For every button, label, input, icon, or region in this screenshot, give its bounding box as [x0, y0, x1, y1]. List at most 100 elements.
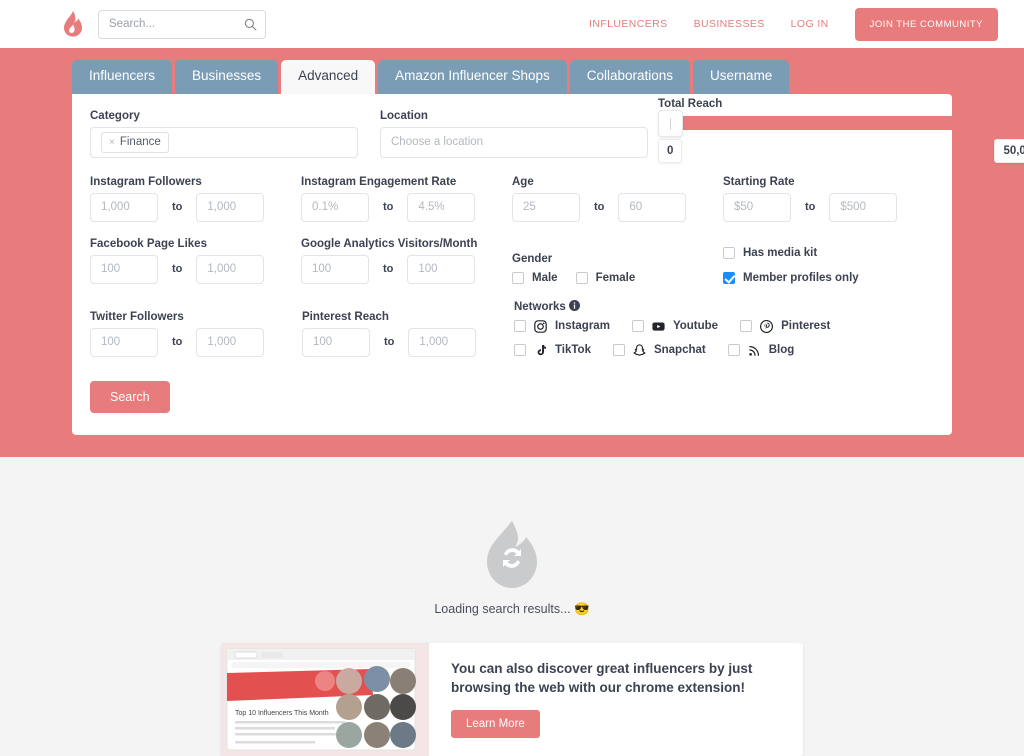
pinterest-reach-label: Pinterest Reach — [301, 310, 389, 323]
chrome-extension-promo-banner[interactable]: Top 10 Influencers This Month You can al… — [221, 642, 803, 756]
join-the-community-button[interactable]: JOIN THE COMMUNITY — [854, 7, 998, 41]
loading-emoji: 😎 — [574, 601, 590, 616]
learn-more-button[interactable]: Learn More — [451, 709, 540, 738]
twitter-followers-max-input[interactable]: 1,000 — [196, 327, 265, 357]
member-profiles-only-option[interactable]: Member profiles only — [723, 271, 934, 284]
tab-username[interactable]: Username — [693, 60, 790, 94]
flame-spinner-icon — [487, 520, 537, 588]
total-reach-slider-track[interactable] — [658, 109, 1024, 137]
tab-influencers[interactable]: Influencers — [72, 60, 173, 94]
instagram-engagement-rate-min-input[interactable]: 0.1% — [301, 192, 369, 222]
network-tiktok-label: TikTok — [554, 344, 591, 357]
total-reach-filter: Total Reach 0 50,000,000 — [658, 98, 1024, 165]
google-analytics-visitors-field: Google Analytics Visitors/Month 100 to 1… — [301, 238, 512, 284]
search-results-loading: Loading search results... 😎 — [0, 457, 1024, 617]
network-option-pinterest[interactable]: Pinterest — [740, 319, 830, 333]
gender-male-checkbox[interactable] — [512, 271, 524, 284]
network-option-instagram[interactable]: Instagram — [513, 320, 610, 333]
instagram-followers-field: Instagram Followers 1,000 to 1,000 — [90, 176, 301, 222]
range-filters-grid: Instagram Followers 1,000 to 1,000 Insta… — [90, 176, 934, 413]
has-media-kit-checkbox[interactable] — [723, 246, 735, 259]
has-media-kit-label: Has media kit — [743, 246, 818, 259]
pinterest-reach-field: Pinterest Reach 100 to 1,000 — [301, 310, 514, 357]
instagram-icon — [534, 320, 547, 333]
twitter-followers-label: Twitter Followers — [90, 310, 184, 323]
gender-female-checkbox[interactable] — [575, 271, 588, 284]
total-reach-min-handle[interactable] — [658, 109, 683, 137]
has-media-kit-option[interactable]: Has media kit — [723, 246, 934, 259]
pinterest-icon — [760, 319, 774, 333]
tiktok-icon — [537, 344, 546, 355]
promo-screenshot-image: Top 10 Influencers This Month — [221, 642, 429, 756]
network-option-tiktok[interactable]: TikTok — [513, 344, 591, 357]
instagram-engagement-rate-max-input[interactable]: 4.5% — [407, 192, 476, 222]
instagram-followers-min-input[interactable]: 1,000 — [90, 192, 158, 222]
flame-logo-icon[interactable] — [62, 11, 84, 37]
starting-rate-field: Starting Rate $50 to $500 — [723, 176, 934, 222]
category-input[interactable]: × Finance — [90, 126, 358, 158]
twitter-followers-field: Twitter Followers 100 to 1,000 — [90, 311, 302, 357]
info-icon[interactable] — [568, 299, 580, 311]
total-reach-min-value[interactable]: 0 — [658, 138, 683, 163]
tab-advanced[interactable]: Advanced — [281, 60, 376, 94]
networks-label: Networks — [513, 300, 566, 313]
pinterest-reach-min-input[interactable]: 100 — [301, 327, 370, 357]
to-separator: to — [383, 263, 394, 276]
facebook-page-likes-min-input[interactable]: 100 — [90, 254, 158, 284]
age-max-input[interactable]: 60 — [618, 192, 687, 222]
network-option-youtube[interactable]: Youtube — [631, 320, 718, 333]
total-reach-max-value[interactable]: 50,000,000 — [994, 138, 1024, 163]
category-field: Category × Finance — [90, 110, 358, 158]
tab-businesses[interactable]: Businesses — [175, 60, 279, 94]
instagram-followers-max-input[interactable]: 1,000 — [196, 192, 265, 222]
network-instagram-checkbox[interactable] — [513, 320, 526, 333]
total-reach-values: 0 50,000,000 — [658, 138, 1024, 165]
network-blog-checkbox[interactable] — [727, 344, 740, 357]
google-analytics-visitors-min-input[interactable]: 100 — [301, 254, 369, 284]
gender-male-label: Male — [532, 271, 558, 284]
loading-message: Loading search results... — [434, 601, 571, 616]
member-profiles-only-checkbox[interactable] — [723, 271, 735, 284]
gender-field: Gender Male Female — [512, 253, 723, 284]
google-analytics-visitors-max-input[interactable]: 100 — [407, 254, 476, 284]
network-blog-label: Blog — [768, 344, 795, 357]
starting-rate-min-input[interactable]: $50 — [723, 192, 791, 222]
search-input[interactable]: Search... — [109, 18, 244, 30]
network-pinterest-checkbox[interactable] — [740, 320, 753, 333]
gender-option-female[interactable]: Female — [575, 271, 635, 284]
network-snapchat-label: Snapchat — [653, 344, 706, 357]
nav-link-businesses[interactable]: BUSINESSES — [694, 18, 765, 30]
member-profiles-only-label: Member profiles only — [743, 271, 859, 284]
network-option-blog[interactable]: Blog — [727, 344, 795, 357]
networks-label-row: Networks — [513, 299, 934, 313]
snapchat-icon — [633, 344, 646, 356]
category-label: Category — [90, 109, 140, 122]
network-snapchat-checkbox[interactable] — [612, 344, 625, 357]
location-input[interactable]: Choose a location — [380, 126, 648, 158]
age-min-input[interactable]: 25 — [512, 192, 580, 222]
starting-rate-max-input[interactable]: $500 — [829, 192, 898, 222]
twitter-followers-min-input[interactable]: 100 — [90, 327, 158, 357]
range-row-3: Twitter Followers 100 to 1,000 Pinterest… — [90, 299, 934, 357]
gender-option-male[interactable]: Male — [512, 271, 558, 284]
network-tiktok-checkbox[interactable] — [513, 344, 526, 357]
facebook-page-likes-max-input[interactable]: 1,000 — [196, 254, 265, 284]
promo-headline: You can also discover great influencers … — [451, 660, 753, 696]
search-submit-button[interactable]: Search — [90, 380, 170, 413]
google-analytics-visitors-label: Google Analytics Visitors/Month — [301, 237, 478, 250]
facebook-page-likes-label: Facebook Page Likes — [90, 237, 207, 250]
pinterest-reach-max-input[interactable]: 1,000 — [408, 327, 477, 357]
global-search-box[interactable]: Search... — [98, 9, 266, 39]
nav-link-login[interactable]: LOG IN — [791, 18, 829, 30]
top-navigation-bar: Search... INFLUENCERS BUSINESSES LOG IN … — [0, 0, 1024, 48]
network-option-snapchat[interactable]: Snapchat — [612, 344, 706, 357]
tab-amazon-influencer-shops[interactable]: Amazon Influencer Shops — [378, 60, 567, 94]
network-youtube-checkbox[interactable] — [631, 320, 644, 333]
chip-remove-icon[interactable]: × — [109, 136, 115, 149]
instagram-engagement-rate-label: Instagram Engagement Rate — [301, 175, 457, 188]
nav-link-influencers[interactable]: INFLUENCERS — [589, 18, 668, 30]
tab-collaborations[interactable]: Collaborations — [569, 60, 691, 94]
search-icon[interactable] — [244, 18, 257, 31]
age-label: Age — [512, 175, 534, 188]
category-chip-finance[interactable]: × Finance — [101, 131, 169, 153]
